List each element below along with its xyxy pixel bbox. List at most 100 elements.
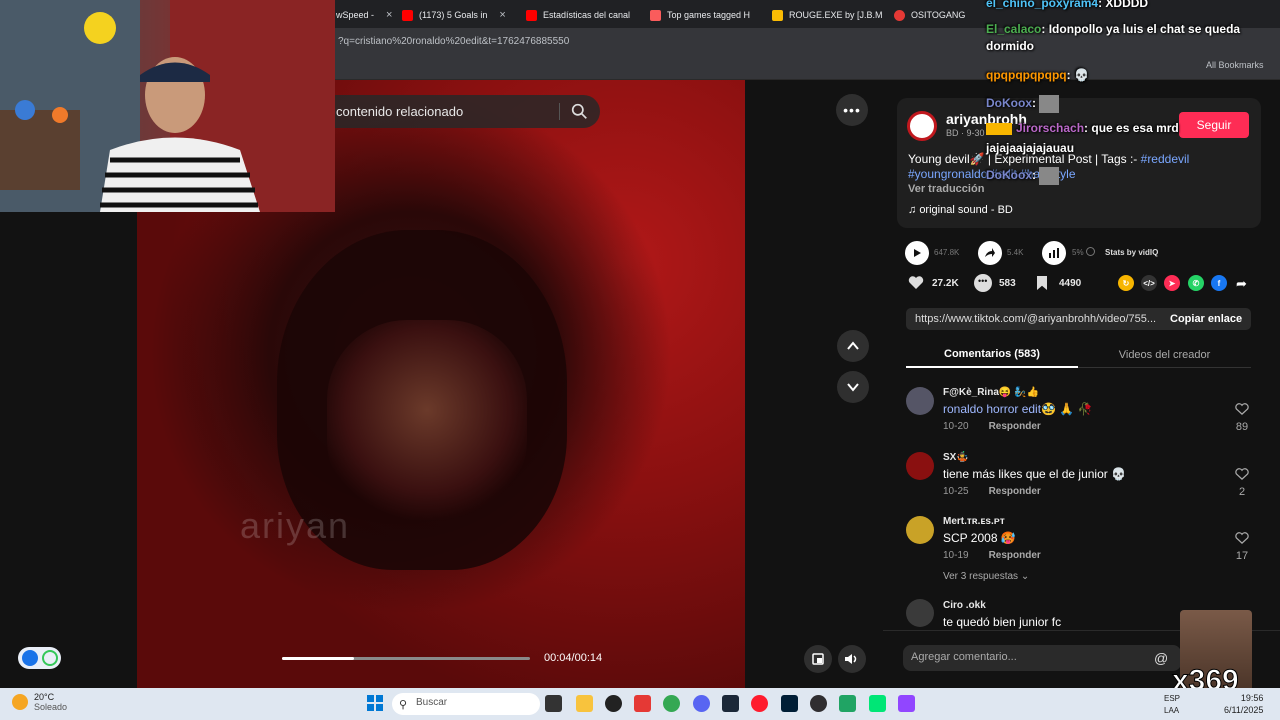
- tab-label: Top games tagged H: [667, 10, 751, 20]
- chat-message: DoKoox:: [986, 167, 1060, 185]
- language-indicator[interactable]: ESP LAA: [1164, 693, 1180, 717]
- comment-meta: 10-20 Responder: [943, 421, 1041, 432]
- view-replies-button[interactable]: Ver 3 respuestas ⌄: [943, 571, 1029, 582]
- file-explorer-icon[interactable]: [576, 695, 593, 712]
- engagement-rate: 5%: [1072, 248, 1084, 257]
- system-clock[interactable]: 19:56 6/11/2025: [1224, 692, 1263, 716]
- chat-message: El_calaco: Idonpollo ya luis el chat se …: [986, 22, 1240, 37]
- reply-button[interactable]: Responder: [989, 550, 1041, 561]
- task-view-icon[interactable]: [545, 695, 562, 712]
- chat-text: : que es esa mrd: [1084, 121, 1179, 135]
- heart-icon[interactable]: [908, 275, 926, 291]
- repost-icon[interactable]: ↻: [1118, 275, 1134, 291]
- volume-button[interactable]: [838, 645, 866, 673]
- pip-button[interactable]: [804, 645, 832, 673]
- youtube-icon: [402, 9, 413, 21]
- clock-time: 19:56: [1240, 693, 1264, 703]
- browser-tab[interactable]: (1173) 5 Goals in ×: [402, 4, 514, 26]
- previous-video-button[interactable]: [837, 330, 869, 362]
- discord-icon[interactable]: [693, 695, 710, 712]
- windows-start-icon[interactable]: [367, 695, 383, 711]
- app-icon[interactable]: [605, 695, 622, 712]
- obs-icon[interactable]: [810, 695, 827, 712]
- comment-like-count: 89: [1235, 421, 1249, 433]
- browser-tab[interactable]: Top games tagged H×: [650, 4, 762, 26]
- reply-button[interactable]: Responder: [989, 486, 1041, 497]
- youtube-icon: [526, 9, 537, 21]
- taskbar-search[interactable]: Buscar: [392, 693, 540, 715]
- opera-icon[interactable]: [751, 695, 768, 712]
- browser-tab[interactable]: wSpeed - ×: [336, 4, 396, 26]
- video-link[interactable]: https://www.tiktok.com/@ariyanbrohh/vide…: [915, 313, 1156, 325]
- sun-icon: [12, 694, 28, 710]
- steam-icon[interactable]: [722, 695, 739, 712]
- share-count: 5.4K: [1007, 248, 1024, 257]
- chat-emote: [1039, 95, 1060, 113]
- info-icon[interactable]: [1086, 247, 1095, 256]
- facebook-icon[interactable]: f: [1211, 275, 1227, 291]
- send-icon[interactable]: ➤: [1164, 275, 1180, 291]
- sound-link[interactable]: ♫ original sound - BD: [908, 204, 1013, 216]
- comment-like[interactable]: 89: [1232, 402, 1252, 433]
- chat-text: : Idonpollo ya luis el chat se queda: [1041, 22, 1241, 36]
- video-progress-bar[interactable]: [282, 657, 530, 660]
- comment-username[interactable]: Ciro .okk: [943, 600, 986, 611]
- save-count: 4490: [1059, 278, 1082, 289]
- search-icon[interactable]: [571, 103, 588, 120]
- share-arrow-icon[interactable]: ➦: [1236, 276, 1247, 292]
- reply-button[interactable]: Responder: [989, 421, 1041, 432]
- search-input[interactable]: contenido relacionado: [300, 95, 600, 128]
- mention-icon[interactable]: @: [1154, 650, 1168, 666]
- app-icon[interactable]: [839, 695, 856, 712]
- comment-icon[interactable]: •••: [974, 274, 992, 292]
- chrome-icon[interactable]: [663, 695, 680, 712]
- language-1: ESP: [1164, 694, 1181, 703]
- commenter-avatar[interactable]: [906, 452, 934, 480]
- comment-like-count: 2: [1238, 486, 1246, 498]
- view-replies-label: Ver 3 respuestas: [943, 571, 1019, 582]
- url-text[interactable]: ?q=cristiano%20ronaldo%20edit&t=17624768…: [338, 36, 569, 47]
- embed-icon[interactable]: </>: [1141, 275, 1157, 291]
- commenter-avatar[interactable]: [906, 516, 934, 544]
- photoshop-icon[interactable]: [781, 695, 798, 712]
- close-icon[interactable]: ×: [386, 9, 392, 21]
- chevron-up-icon: [847, 341, 859, 350]
- search-placeholder: contenido relacionado: [336, 104, 464, 119]
- comment-username[interactable]: Mert.ᴛʀ.ᴇs.ᴘᴛ: [943, 516, 1005, 527]
- whatsapp-icon[interactable]: ✆: [1188, 275, 1204, 291]
- more-options-button[interactable]: •••: [836, 94, 868, 126]
- browser-tab[interactable]: ROUGE.EXE by [J.B.M×: [772, 4, 884, 26]
- commenter-avatar[interactable]: [906, 599, 934, 627]
- comment-like[interactable]: 2: [1232, 467, 1252, 498]
- share-count-icon: [978, 241, 1002, 265]
- comment-username[interactable]: SX🤹: [943, 452, 969, 463]
- chat-user: qpqpqpqpqpq: [986, 68, 1067, 82]
- next-video-button[interactable]: [837, 371, 869, 403]
- tab-comments[interactable]: Comentarios (583): [906, 342, 1078, 368]
- translate-link[interactable]: Ver traducción: [908, 183, 984, 195]
- add-comment-input[interactable]: Agregar comentario...: [903, 645, 1181, 671]
- close-icon[interactable]: ×: [499, 9, 505, 21]
- comment-username[interactable]: F@Kè_Rina😝 🧞👍: [943, 387, 1039, 398]
- chevron-down-icon: [847, 383, 859, 392]
- extension-toggle[interactable]: [18, 647, 61, 669]
- weather-widget[interactable]: 20°C Soleado: [12, 692, 67, 712]
- comment-count: 583: [999, 278, 1016, 289]
- hashtag[interactable]: #youngronaldo: [908, 167, 987, 181]
- tab-label: (1173) 5 Goals in: [419, 10, 488, 20]
- browser-tab[interactable]: Estadísticas del canal×: [526, 4, 638, 26]
- app-icon[interactable]: [869, 695, 886, 712]
- commenter-avatar[interactable]: [906, 387, 934, 415]
- comment-like[interactable]: 17: [1232, 531, 1252, 562]
- taskbar-search-label: Buscar: [416, 697, 448, 708]
- creator-avatar[interactable]: [907, 111, 937, 141]
- chat-user: DoKoox: [986, 96, 1032, 111]
- chat-text: : XDDDD: [1098, 0, 1149, 10]
- tab-label: wSpeed -: [336, 10, 375, 20]
- tab-creator-videos[interactable]: Videos del creador: [1078, 342, 1251, 368]
- app-icon[interactable]: [634, 695, 651, 712]
- copy-link-button[interactable]: Copiar enlace: [1170, 313, 1242, 325]
- twitch-icon[interactable]: [898, 695, 915, 712]
- browser-tab[interactable]: OSITOGANG: [894, 4, 974, 26]
- picture-in-picture-icon: [812, 653, 824, 665]
